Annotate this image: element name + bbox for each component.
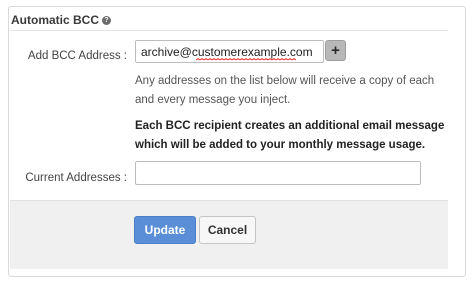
bcc-usage-warning: Each BCC recipient creates an additional… [135,120,445,151]
update-button[interactable]: Update [134,216,196,244]
section-title-text: Automatic BCC [11,13,100,27]
cancel-button[interactable]: Cancel [199,216,256,244]
current-addresses-field[interactable] [135,161,421,185]
add-bcc-address-input[interactable] [135,40,324,63]
divider [10,30,448,31]
section-title: Automatic BCC ? [11,13,112,27]
add-bcc-button[interactable]: + [325,40,346,61]
bcc-help-text: Any addresses on the list below will rec… [135,75,435,106]
question-circle-icon[interactable]: ? [102,15,112,25]
current-addresses-label: Current Addresses : [25,172,127,184]
add-bcc-address-label: Add BCC Address : [27,50,127,62]
